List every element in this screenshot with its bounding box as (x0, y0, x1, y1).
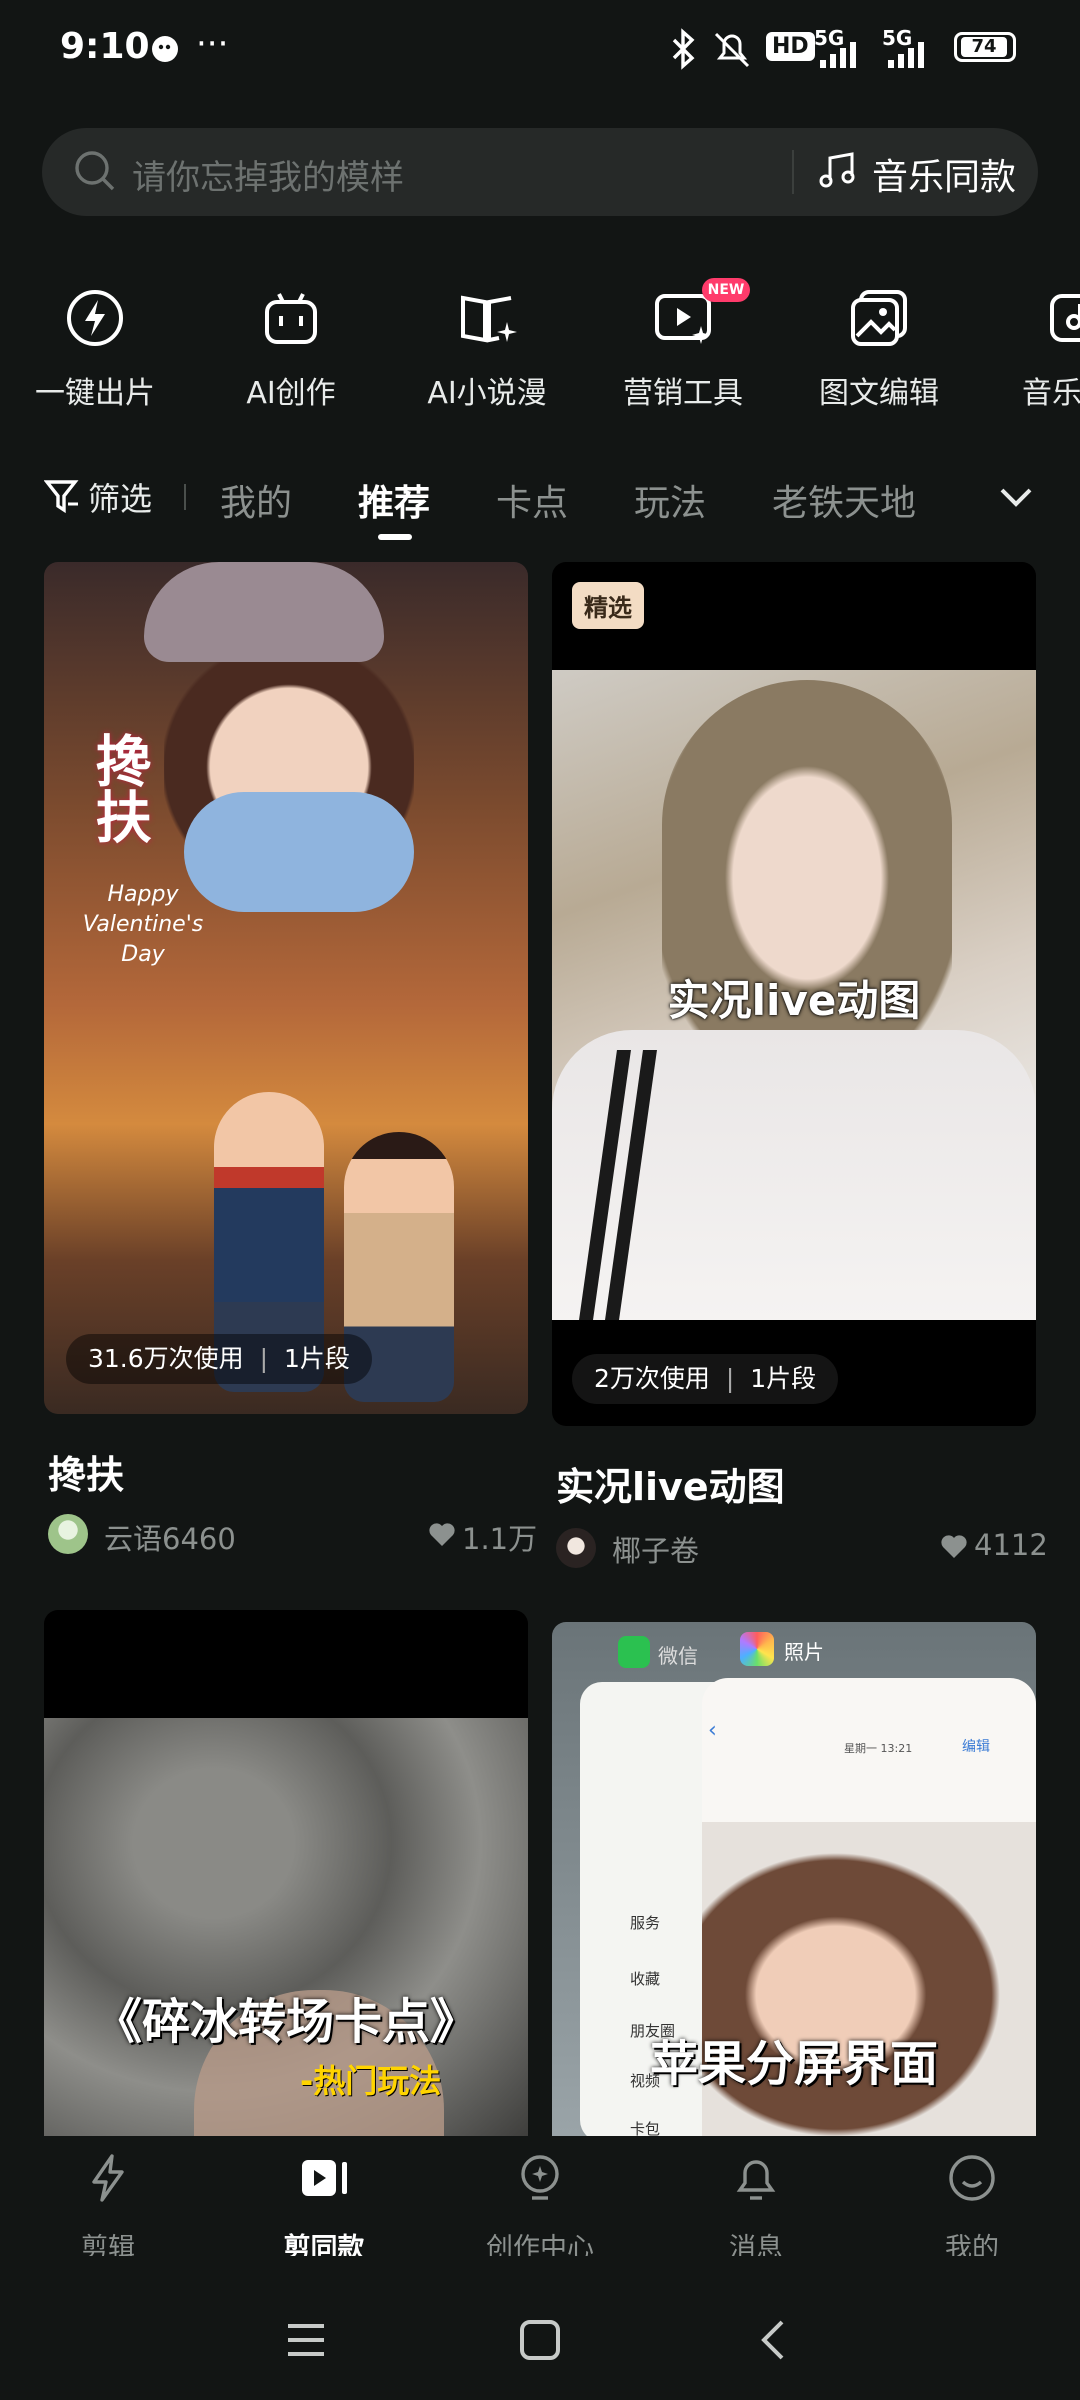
list-item: 服务 (630, 1914, 661, 1932)
chevron-down-icon[interactable] (996, 482, 1036, 516)
tool-label: AI小说漫 (427, 376, 547, 411)
tool-image-text-edit[interactable]: 图文编辑 (794, 286, 964, 426)
heart-icon[interactable] (940, 1534, 968, 1564)
tool-label: AI创作 (246, 376, 336, 411)
avatar[interactable] (48, 1514, 88, 1554)
photos-app-label: 照片 (784, 1640, 824, 1664)
new-badge: NEW (702, 278, 750, 302)
bluetooth-icon (668, 28, 698, 74)
hd-badge: HD (766, 32, 815, 61)
usage-separator: | (725, 1364, 735, 1393)
overlay-subtitle: Happy Valentine's Day (82, 882, 204, 967)
template-card-thumbnail[interactable]: 《碎冰转场卡点》 -热门玩法 (44, 1610, 528, 2136)
card-title[interactable]: 搀扶 (48, 1444, 124, 1499)
wechat-icon (150, 34, 180, 64)
nav-template[interactable]: 剪同款 (244, 2152, 404, 2264)
usage-pill: 2万次使用 | 1片段 (572, 1354, 839, 1404)
tab-recommended[interactable]: 推荐 (358, 474, 430, 526)
lightning-outline-icon (82, 2152, 134, 2204)
battery-icon: 74 (954, 32, 1016, 62)
more-icon: ··· (196, 24, 229, 64)
tab-beat-sync[interactable]: 卡点 (496, 474, 568, 526)
author-name[interactable]: 椰子卷 (612, 1528, 699, 1570)
wechat-app-label: 微信 (658, 1644, 698, 1668)
overlay-title: 苹果分屏界面 (649, 2036, 938, 2092)
overlay-title: 《碎冰转场卡点》 (93, 1994, 478, 2050)
segment-count: 1片段 (284, 1344, 350, 1373)
photos-date: 星期一 13:21 (844, 1742, 913, 1755)
overlay-title: 实况live动图 (667, 976, 921, 1025)
beret-hat (144, 562, 384, 662)
usage-count: 2万次使用 (594, 1364, 710, 1393)
battery-level: 74 (961, 37, 1007, 57)
usage-pill: 31.6万次使用 | 1片段 (66, 1334, 372, 1384)
bulb-icon (514, 2152, 566, 2204)
status-bar: 9:10 ··· HD 5G 5G 74 (0, 0, 1080, 100)
usage-count: 31.6万次使用 (88, 1344, 244, 1373)
filter-label[interactable]: 筛选 (88, 474, 152, 520)
lightning-icon (63, 286, 127, 350)
tool-music[interactable]: 音乐 (990, 286, 1080, 426)
tab-gameplay[interactable]: 玩法 (634, 474, 706, 526)
tool-marketing[interactable]: 营销工具 (598, 286, 768, 426)
mute-icon (710, 28, 754, 74)
music-icon (1046, 286, 1080, 350)
photos-back-icon: ‹ (708, 1718, 717, 1743)
tool-label: 营销工具 (623, 376, 743, 411)
bell-icon (730, 2152, 782, 2204)
nav-edit[interactable]: 剪辑 (28, 2152, 188, 2264)
wechat-app-icon (618, 1636, 650, 1668)
template-card-thumbnail[interactable]: 搀扶 Happy Valentine's Day 31.6万次使用 | 1片段 (44, 562, 528, 1414)
tool-one-click[interactable]: 一键出片 (10, 286, 180, 426)
like-count: 1.1万 (462, 1522, 538, 1556)
overlay-subtitle: -热门玩法 (300, 2062, 442, 2100)
usage-separator: | (259, 1344, 269, 1373)
tool-ai-create[interactable]: AI创作 (206, 286, 376, 426)
tool-label: 一键出片 (35, 376, 155, 411)
status-time: 9:10 (60, 26, 150, 67)
nav-creator-center[interactable]: 创作中心 (460, 2152, 620, 2264)
photos-edit-label: 编辑 (962, 1739, 990, 1755)
tab-mine[interactable]: 我的 (220, 474, 292, 526)
search-icon (72, 148, 118, 198)
tab-laotie[interactable]: 老铁天地 (772, 474, 916, 526)
heart-icon[interactable] (428, 1522, 456, 1552)
avatar[interactable] (556, 1528, 596, 1568)
author-name[interactable]: 云语6460 (104, 1516, 236, 1558)
tab-separator (184, 484, 186, 510)
book-sparkle-icon (455, 286, 519, 350)
signal-icon-2 (884, 40, 940, 74)
nav-messages[interactable]: 消息 (676, 2152, 836, 2264)
photos-app-icon (740, 1632, 774, 1666)
search-input[interactable]: 请你忘掉我的模样 (132, 150, 404, 199)
home-icon[interactable] (518, 2318, 562, 2366)
list-item: 收藏 (630, 1970, 661, 1988)
overlay-title: 搀扶 (86, 732, 151, 844)
tool-label: 图文编辑 (819, 376, 939, 411)
image-edit-icon (847, 286, 911, 350)
list-item: 卡包 (630, 2120, 661, 2136)
card-title[interactable]: 实况live动图 (556, 1456, 785, 1511)
template-card-thumbnail[interactable]: 精选 实况live动图 2万次使用 | 1片段 (552, 562, 1036, 1426)
search-divider (792, 150, 794, 194)
signal-icon (816, 40, 872, 74)
like-count: 4112 (974, 1528, 1048, 1562)
featured-tag: 精选 (572, 582, 644, 629)
tool-ai-novel-comic[interactable]: AI小说漫 (402, 286, 572, 426)
segment-count: 1片段 (750, 1364, 817, 1393)
active-tab-indicator (378, 534, 412, 540)
smile-icon (946, 2152, 998, 2204)
music-note-icon (816, 150, 858, 196)
menu-icon[interactable] (284, 2318, 328, 2366)
tool-label: 音乐 (1022, 376, 1080, 411)
template-card-thumbnail[interactable]: 微信 照片 ‹ 星期一 13:21 编辑 服务 收藏 朋友圈 视频 卡包 苹果分… (552, 1622, 1036, 2136)
back-icon[interactable] (752, 2318, 796, 2366)
filter-icon (43, 478, 80, 518)
robot-icon (259, 286, 323, 350)
nav-profile[interactable]: 我的 (892, 2152, 1052, 2264)
template-icon (298, 2152, 350, 2204)
music-same-label[interactable]: 音乐同款 (872, 148, 1016, 200)
